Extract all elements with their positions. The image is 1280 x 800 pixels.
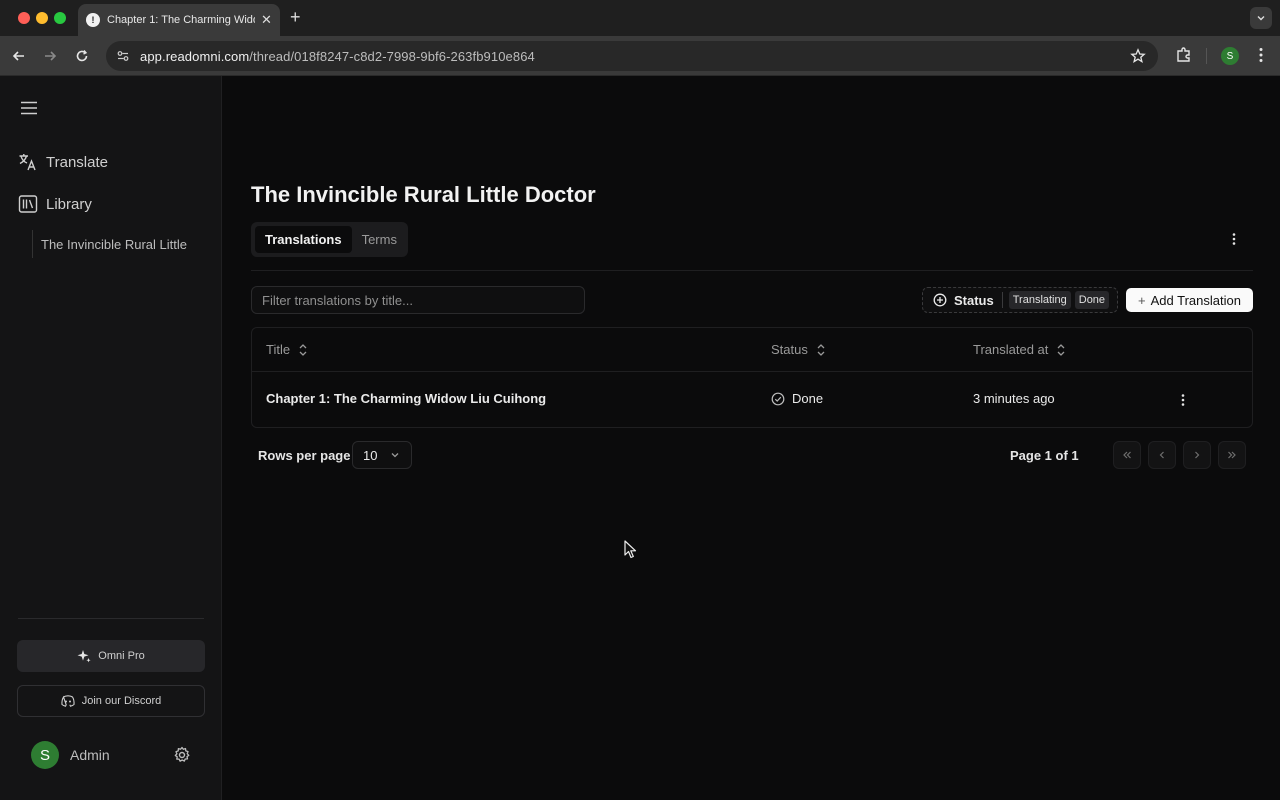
favicon-icon: !	[86, 13, 100, 27]
sparkle-icon	[77, 649, 91, 663]
tab-terms[interactable]: Terms	[352, 226, 407, 253]
browser-toolbar: app.readomni.com/thread/018f8247-c8d2-79…	[0, 36, 1280, 76]
add-translation-label: Add Translation	[1150, 292, 1241, 308]
omni-pro-button[interactable]: Omni Pro	[17, 640, 205, 672]
site-settings-icon[interactable]	[116, 49, 130, 63]
more-vertical-icon	[1181, 394, 1185, 406]
tab-translations[interactable]: Translations	[255, 226, 352, 253]
sidebar-item-translate[interactable]: Translate	[18, 152, 108, 172]
sidebar-toggle-button[interactable]	[20, 100, 38, 121]
sidebar-item-label: Translate	[46, 153, 108, 171]
menu-icon	[21, 101, 37, 115]
address-bar[interactable]: app.readomni.com/thread/018f8247-c8d2-79…	[106, 41, 1158, 71]
browser-tab[interactable]: ! Chapter 1: The Charming Widow Liu Cuih…	[78, 4, 280, 36]
join-discord-button[interactable]: Join our Discord	[17, 685, 205, 717]
arrow-right-icon	[45, 51, 57, 61]
omni-pro-label: Omni Pro	[98, 650, 145, 662]
gear-icon	[174, 746, 190, 762]
last-page-button[interactable]	[1218, 441, 1246, 469]
status-chip-translating: Translating	[1008, 291, 1071, 309]
reload-button[interactable]	[72, 46, 92, 66]
arrow-left-icon	[12, 51, 24, 61]
column-header-title[interactable]: Title	[266, 342, 308, 357]
app-root: Translate Library The Invincible Rural L…	[0, 76, 1280, 800]
browser-profile-avatar[interactable]: S	[1221, 47, 1239, 65]
section-divider	[251, 270, 1253, 271]
rows-per-page-label: Rows per page	[258, 448, 351, 463]
sort-icon	[298, 343, 308, 357]
page-info: Page 1 of 1	[1010, 448, 1079, 463]
sidebar-divider	[18, 618, 204, 619]
status-chip-done: Done	[1074, 291, 1110, 309]
chevron-right-icon	[1195, 451, 1200, 459]
bookmark-star-icon[interactable]	[1130, 48, 1146, 64]
translations-table: Title Status Translated at Chapter 1: Th…	[251, 327, 1253, 428]
row-translated-at: 3 minutes ago	[973, 391, 1055, 406]
chevron-down-icon	[1257, 16, 1265, 21]
column-header-translated-at[interactable]: Translated at	[973, 342, 1066, 357]
chevron-down-icon	[390, 450, 400, 460]
first-page-button[interactable]	[1113, 441, 1141, 469]
rows-per-page-select[interactable]: 10	[352, 441, 412, 469]
settings-button[interactable]	[173, 746, 191, 769]
row-status-label: Done	[792, 391, 824, 406]
chevron-left-icon	[1159, 451, 1164, 459]
status-filter-separator	[1001, 292, 1003, 308]
user-name: Admin	[70, 747, 110, 763]
browser-menu-icon[interactable]	[1253, 46, 1269, 64]
url-text: app.readomni.com/thread/018f8247-c8d2-79…	[140, 48, 535, 64]
toolbar-divider	[1206, 48, 1207, 64]
user-avatar[interactable]: S	[31, 741, 59, 769]
translate-icon	[18, 152, 38, 172]
plus-circle-icon	[933, 293, 947, 307]
page-more-options-button[interactable]	[1225, 230, 1243, 253]
previous-page-button[interactable]	[1148, 441, 1176, 469]
discord-icon	[61, 695, 75, 707]
new-tab-icon[interactable]: +	[290, 7, 301, 28]
extensions-icon[interactable]	[1175, 46, 1193, 64]
sidebar: Translate Library The Invincible Rural L…	[0, 76, 222, 800]
filter-translations-input[interactable]: Filter translations by title...	[251, 286, 585, 314]
column-header-label: Title	[266, 342, 291, 357]
chevrons-right-icon	[1228, 451, 1236, 459]
page-title: The Invincible Rural Little Doctor	[251, 182, 596, 207]
main-content: The Invincible Rural Little Doctor Trans…	[222, 76, 1280, 800]
chevrons-left-icon	[1123, 451, 1131, 459]
tab-list: Translations Terms	[251, 222, 408, 257]
discord-label: Join our Discord	[81, 695, 162, 707]
rows-per-page-value: 10	[363, 447, 378, 463]
row-title[interactable]: Chapter 1: The Charming Widow Liu Cuihon…	[266, 391, 546, 406]
check-circle-icon	[771, 392, 785, 406]
back-button[interactable]	[9, 46, 29, 66]
sort-icon	[816, 343, 826, 357]
tab-close-icon[interactable]: ✕	[261, 12, 272, 28]
library-item-book[interactable]: The Invincible Rural Little	[32, 230, 187, 258]
sort-icon	[1056, 343, 1066, 357]
minimize-window-button[interactable]	[36, 12, 48, 24]
column-header-label: Status	[771, 342, 808, 357]
tab-search-button[interactable]	[1250, 7, 1272, 29]
sidebar-item-label: Library	[46, 195, 92, 213]
mouse-cursor-icon	[624, 540, 637, 559]
row-actions-button[interactable]	[1174, 391, 1192, 414]
row-status: Done	[771, 391, 823, 406]
status-filter-button[interactable]: Status Translating Done	[922, 287, 1118, 313]
maximize-window-button[interactable]	[54, 12, 66, 24]
reload-icon	[76, 50, 88, 62]
add-translation-button[interactable]: + Add Translation	[1126, 288, 1253, 312]
forward-button[interactable]	[40, 46, 60, 66]
library-icon	[18, 194, 38, 214]
plus-icon: +	[1138, 292, 1146, 308]
next-page-button[interactable]	[1183, 441, 1211, 469]
column-header-label: Translated at	[973, 342, 1049, 357]
tab-title: Chapter 1: The Charming Widow Liu Cuihon…	[107, 14, 255, 26]
status-filter-label: Status	[954, 292, 994, 308]
close-window-button[interactable]	[18, 12, 30, 24]
more-vertical-icon	[1232, 233, 1236, 245]
column-header-status[interactable]: Status	[771, 342, 826, 357]
sidebar-item-library[interactable]: Library	[18, 194, 92, 214]
table-row-divider	[252, 371, 1252, 372]
browser-titlebar: ! Chapter 1: The Charming Widow Liu Cuih…	[0, 0, 1280, 36]
